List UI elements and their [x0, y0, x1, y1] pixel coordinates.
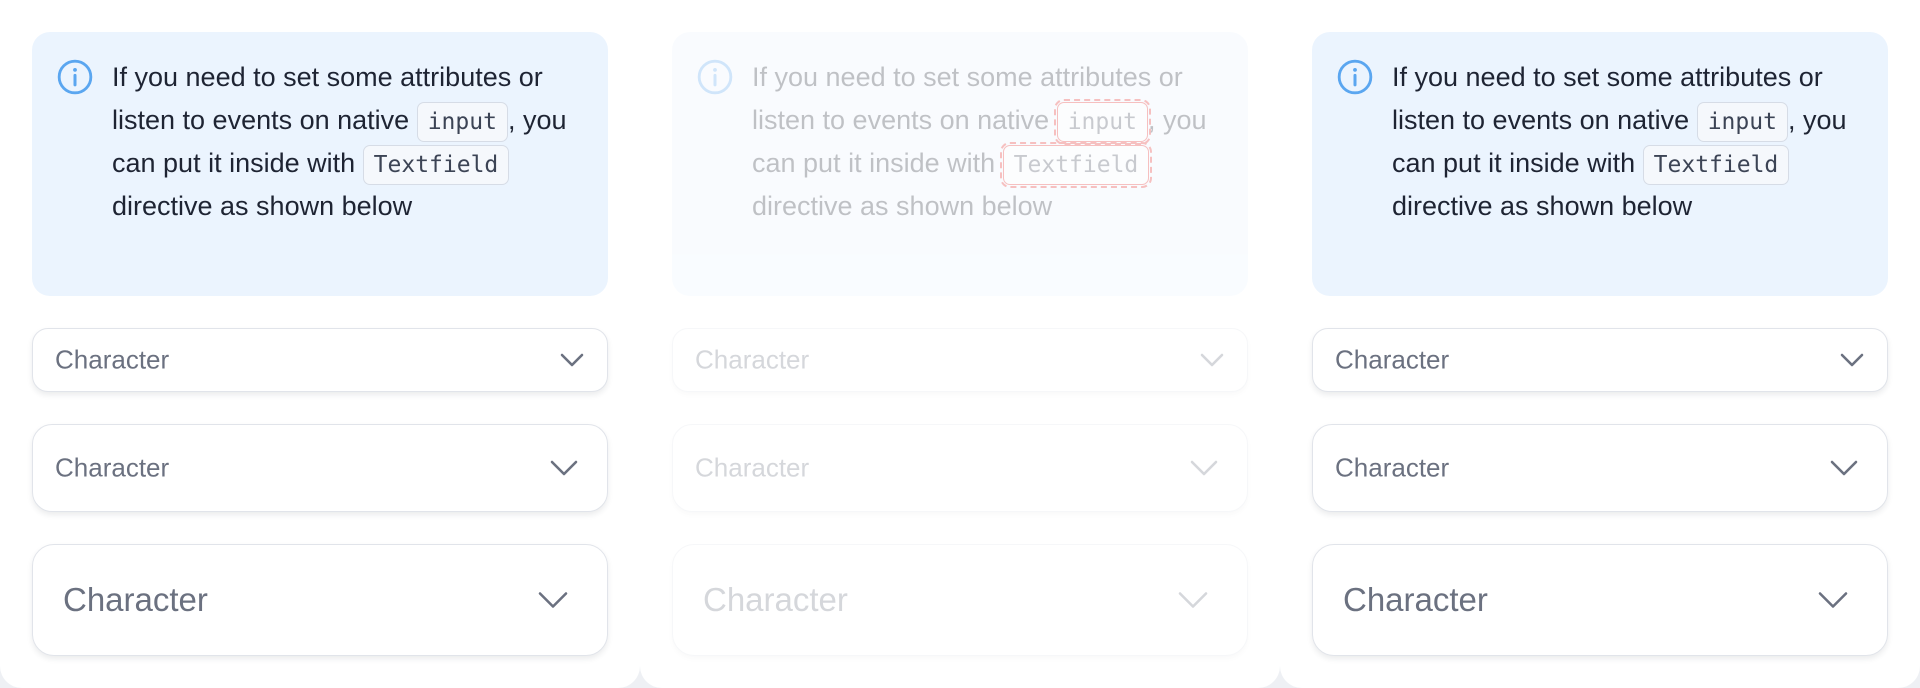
info-notification: If you need to set some attributes or li…	[1312, 32, 1888, 296]
select-medium[interactable]: Character	[1312, 424, 1888, 512]
code-input: input	[1053, 98, 1151, 145]
code-textfield: Textfield	[1642, 144, 1790, 185]
info-text-part3: directive as shown below	[752, 191, 1053, 221]
select-large-value: Character	[63, 581, 208, 618]
info-text: If you need to set some attributes or li…	[112, 56, 592, 228]
info-circle-icon	[697, 59, 733, 95]
select-small[interactable]: Character	[672, 328, 1248, 392]
chevron-down-icon	[550, 460, 578, 476]
select-large-value: Character	[1343, 581, 1488, 618]
select-medium[interactable]: Character	[32, 424, 608, 512]
select-large[interactable]: Character	[1312, 544, 1888, 656]
chevron-down-icon	[538, 592, 568, 608]
chevron-down-icon	[1818, 592, 1848, 608]
panel-default-2: If you need to set some attributes or li…	[1280, 0, 1920, 688]
select-medium-value: Character	[1335, 452, 1450, 483]
select-medium-value: Character	[55, 452, 170, 483]
select-large-value: Character	[703, 581, 848, 618]
chevron-down-icon	[1200, 353, 1224, 367]
panel-default: If you need to set some attributes or li…	[0, 0, 640, 688]
stage: If you need to set some attributes or li…	[0, 0, 1920, 688]
select-small-value: Character	[1335, 344, 1450, 375]
info-circle-icon	[1337, 59, 1373, 95]
info-text: If you need to set some attributes or li…	[752, 56, 1232, 228]
select-small-value: Character	[695, 344, 810, 375]
chevron-down-icon	[1190, 460, 1218, 476]
select-medium[interactable]: Character	[672, 424, 1248, 512]
info-notification: If you need to set some attributes or li…	[32, 32, 608, 296]
code-textfield: Textfield	[999, 141, 1153, 188]
code-input: input	[1696, 101, 1788, 142]
chevron-down-icon	[1840, 353, 1864, 367]
info-text: If you need to set some attributes or li…	[1392, 56, 1872, 228]
info-circle-icon	[57, 59, 93, 95]
code-textfield: Textfield	[362, 144, 510, 185]
select-medium-value: Character	[695, 452, 810, 483]
select-small-value: Character	[55, 344, 170, 375]
info-text-part3: directive as shown below	[112, 191, 413, 221]
panel-faded: If you need to set some attributes or li…	[640, 0, 1280, 688]
select-large[interactable]: Character	[672, 544, 1248, 656]
chevron-down-icon	[1178, 592, 1208, 608]
select-small[interactable]: Character	[1312, 328, 1888, 392]
chevron-down-icon	[560, 353, 584, 367]
select-small[interactable]: Character	[32, 328, 608, 392]
code-input: input	[416, 101, 508, 142]
chevron-down-icon	[1830, 460, 1858, 476]
select-large[interactable]: Character	[32, 544, 608, 656]
info-text-part3: directive as shown below	[1392, 191, 1693, 221]
info-notification: If you need to set some attributes or li…	[672, 32, 1248, 296]
